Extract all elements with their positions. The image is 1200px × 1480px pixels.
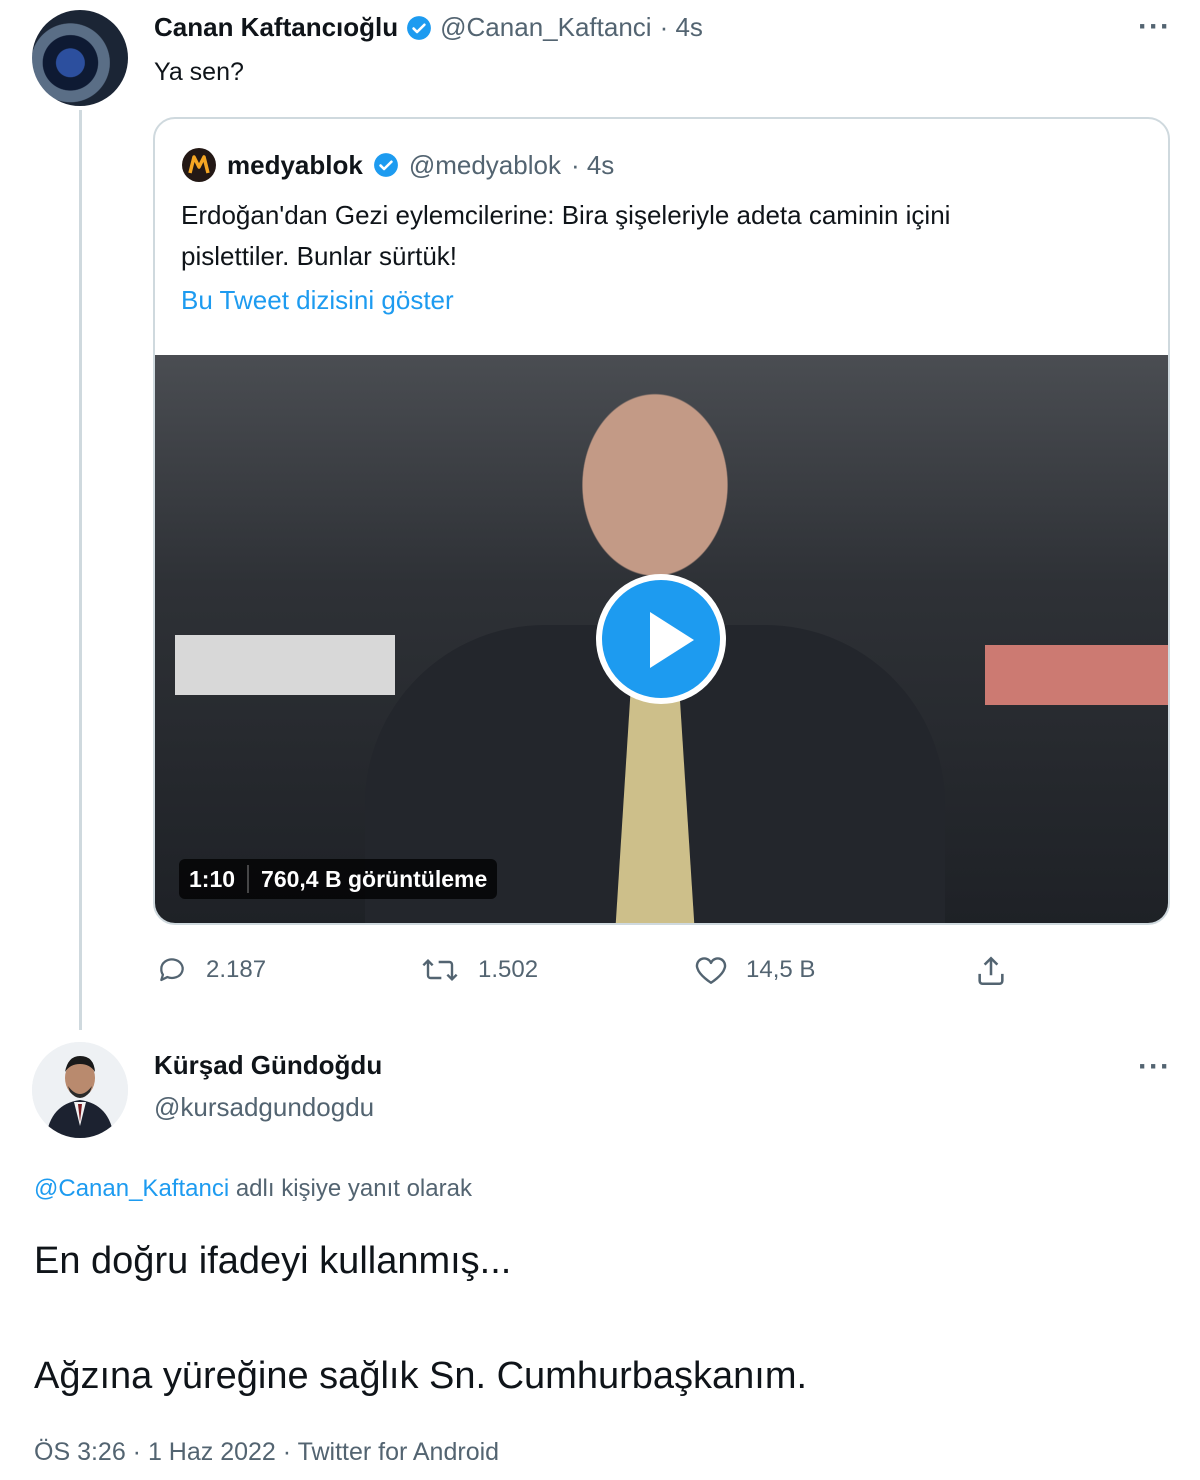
tweet2-text-line: Ağzına yüreğine sağlık Sn. Cumhurbaşkanı…	[34, 1355, 808, 1397]
quote-time: · 4s	[570, 149, 615, 180]
medyablok-logo-icon	[182, 148, 216, 182]
video-info-badge: 1:10 760,4 B görüntüleme	[179, 859, 498, 899]
verified-badge-icon	[373, 153, 398, 177]
quote-author-name: medyablok	[227, 149, 363, 180]
share-action[interactable]	[974, 954, 1008, 988]
avatar-canan[interactable]	[32, 10, 128, 106]
reply-action[interactable]: 2.187	[156, 954, 266, 986]
reply-count: 2.187	[206, 956, 267, 983]
tweet1-header: Canan Kaftancıoğlu @Canan_Kaftanci · 4s	[154, 12, 703, 43]
video-player[interactable]: 1:10 760,4 B görüntüleme	[155, 355, 1168, 923]
quoted-tweet-card[interactable]: medyablok @medyablok · 4s Erdoğan'dan Ge…	[153, 117, 1170, 925]
quote-text-line: pislettiler. Bunlar sürtük!	[181, 241, 458, 271]
video-duration: 1:10	[189, 865, 236, 892]
video-views: 760,4 B görüntüleme	[261, 865, 488, 892]
verified-badge-icon	[407, 15, 432, 40]
reply-icon	[160, 958, 184, 982]
tweet-time[interactable]: · 4s	[660, 12, 703, 43]
retweet-action[interactable]: 1.502	[420, 954, 538, 986]
retweet-icon	[422, 958, 458, 982]
play-icon	[650, 612, 694, 668]
reply-mention-link[interactable]: @Canan_Kaftanci	[34, 1175, 229, 1202]
avatar-kursad[interactable]	[32, 1042, 128, 1138]
video-scene-desk	[985, 645, 1168, 705]
show-thread-link[interactable]: Bu Tweet dizisini göster	[181, 285, 454, 316]
play-button[interactable]	[596, 574, 726, 704]
retweet-count: 1.502	[478, 956, 539, 983]
quote-text: Erdoğan'dan Gezi eylemcilerine: Bira şiş…	[181, 195, 1141, 277]
reply-to-label: adlı kişiye yanıt olarak	[235, 1175, 472, 1202]
quote-header: medyablok @medyablok · 4s	[181, 147, 614, 183]
author-handle[interactable]: @kursadgundogdu	[154, 1092, 374, 1123]
replying-to: @Canan_Kaftanci adlı kişiye yanıt olarak	[34, 1175, 472, 1203]
more-options-icon[interactable]: ···	[1138, 10, 1171, 44]
thread-connector-line	[79, 110, 82, 1030]
avatar-portrait	[32, 1042, 128, 1138]
video-scene-desk	[175, 635, 395, 695]
like-count: 14,5 B	[746, 956, 816, 983]
more-options-icon[interactable]: ···	[1138, 1050, 1171, 1084]
quote-author-handle: @medyablok	[408, 149, 561, 180]
author-handle[interactable]: @Canan_Kaftanci	[440, 12, 651, 43]
tweet-timestamp[interactable]: ÖS 3:26 · 1 Haz 2022 · Twitter for Andro…	[34, 1438, 499, 1467]
author-name[interactable]: Canan Kaftancıoğlu	[154, 12, 398, 43]
quote-text-line: Erdoğan'dan Gezi eylemcilerine: Bira şiş…	[181, 200, 951, 230]
heart-icon	[695, 957, 727, 984]
tweet2-text-line: En doğru ifadeyi kullanmış...	[34, 1240, 512, 1282]
badge-divider	[235, 865, 250, 893]
like-action[interactable]: 14,5 B	[694, 954, 815, 986]
share-icon	[978, 956, 1004, 986]
author-name[interactable]: Kürşad Gündoğdu	[154, 1050, 382, 1081]
tweet1-text: Ya sen?	[154, 58, 244, 86]
